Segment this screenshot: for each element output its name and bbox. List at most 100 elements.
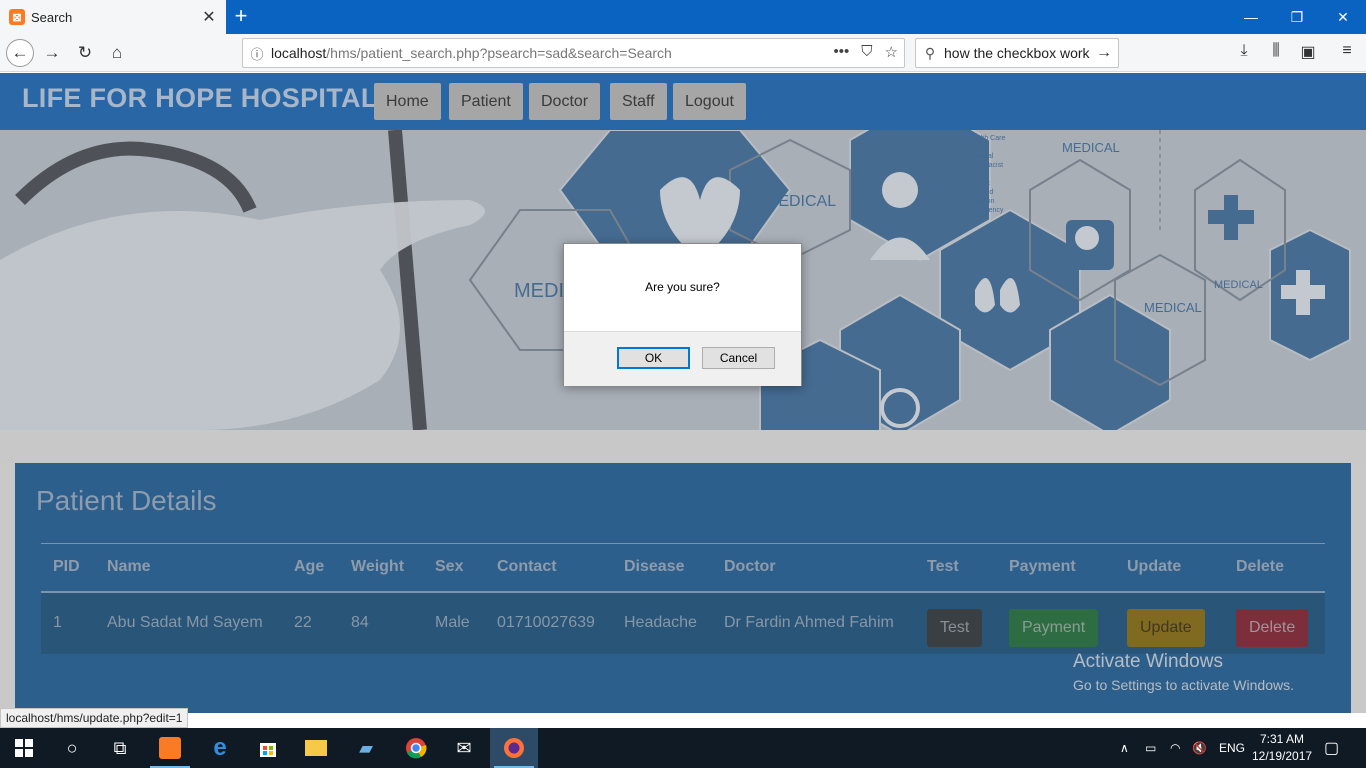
browser-tab[interactable]: ⊠ Search ✕: [0, 0, 226, 34]
firefox-app-icon[interactable]: [490, 728, 538, 768]
file-explorer-icon[interactable]: [292, 728, 340, 768]
col-header-sex: Sex: [423, 543, 485, 593]
payment-button[interactable]: Payment: [1009, 609, 1099, 647]
close-tab-icon[interactable]: ✕: [198, 7, 220, 27]
restore-icon[interactable]: ❐: [1274, 0, 1320, 34]
cell-test: Test: [915, 591, 997, 654]
col-header-name: Name: [95, 543, 282, 593]
wifi-icon[interactable]: ◠: [1170, 728, 1180, 768]
cell-weight: 84: [339, 591, 423, 654]
col-header-update: Update: [1115, 543, 1224, 593]
sidebar-icon[interactable]: ▣: [1297, 42, 1319, 62]
back-icon[interactable]: ←: [6, 39, 34, 67]
cell-name: Abu Sadat Md Sayem: [95, 591, 282, 654]
watermark-subtitle: Go to Settings to activate Windows.: [1073, 677, 1294, 693]
bookmark-star-icon[interactable]: ☆: [885, 43, 898, 61]
search-icon: ⚲: [924, 44, 936, 61]
new-tab-icon[interactable]: +: [228, 4, 254, 30]
web-page: LIFE FOR HOPE HOSPITAL Home Patient Doct…: [0, 73, 1366, 713]
browser-toolbar: ← → ↻ ⌂ ⓘ localhost/hms/patient_search.p…: [0, 34, 1366, 72]
downloads-icon[interactable]: ⤓: [1233, 42, 1255, 60]
patient-table: PID Name Age Weight Sex Contact Disease …: [41, 543, 1325, 654]
search-input[interactable]: how the checkbox work: [944, 45, 1090, 61]
action-center-icon[interactable]: ▢: [1324, 728, 1339, 768]
cell-pid: 1: [41, 591, 95, 654]
status-url-tooltip: localhost/hms/update.php?edit=1: [0, 708, 189, 728]
cell-disease: Headache: [612, 591, 712, 654]
cancel-button[interactable]: Cancel: [702, 347, 775, 369]
nav-staff-button[interactable]: Staff: [610, 83, 667, 120]
clock-time: 7:31 AM: [1259, 732, 1305, 746]
cell-doctor: Dr Fardin Ahmed Fahim: [712, 591, 915, 654]
activate-windows-watermark: Activate Windows Go to Settings to activ…: [1073, 651, 1294, 693]
tab-title: Search: [31, 9, 73, 25]
page-actions-icon[interactable]: •••: [834, 43, 850, 61]
dialog-message: Are you sure?: [645, 280, 720, 294]
system-clock[interactable]: 7:31 AM 12/19/2017: [1252, 731, 1312, 765]
col-header-doctor: Doctor: [712, 543, 915, 593]
test-button[interactable]: Test: [927, 609, 983, 647]
home-icon[interactable]: ⌂: [103, 39, 131, 67]
col-header-weight: Weight: [339, 543, 423, 593]
forward-icon[interactable]: →: [38, 39, 66, 67]
window-close-icon[interactable]: ✕: [1320, 0, 1366, 34]
info-icon[interactable]: ⓘ: [243, 44, 271, 63]
edge-app-icon[interactable]: e: [196, 728, 244, 768]
mail-app-icon[interactable]: ✉: [440, 728, 488, 768]
library-icon[interactable]: ⫼: [1265, 42, 1287, 60]
nav-home-button[interactable]: Home: [374, 83, 441, 120]
url-path: /hms/patient_search.php?psearch=sad&sear…: [326, 45, 672, 61]
nav-doctor-button[interactable]: Doctor: [529, 83, 601, 120]
xampp-app-icon[interactable]: [146, 728, 194, 768]
url-host: localhost: [271, 45, 327, 61]
windows-taskbar: ○ ⧉ e ▰ ✉ ∧ ▭ ◠ 🔇 ENG 7:31 AM 12/19/2017…: [0, 728, 1366, 768]
tab-bar: ⊠ Search ✕ + — ❐ ✕: [0, 0, 1366, 34]
ok-button[interactable]: OK: [617, 347, 690, 369]
search-bar[interactable]: ⚲ how the checkbox work →: [915, 38, 1119, 68]
menu-icon[interactable]: ≡: [1336, 42, 1358, 60]
minimize-icon[interactable]: —: [1228, 0, 1274, 34]
table-row: 1 Abu Sadat Md Sayem 22 84 Male 01710027…: [41, 591, 1325, 654]
show-hidden-icons-icon[interactable]: ∧: [1120, 728, 1129, 768]
col-header-test: Test: [915, 543, 997, 593]
content-spacer: [0, 430, 1366, 463]
search-go-icon[interactable]: →: [1096, 44, 1112, 62]
dialog-footer: OK Cancel: [564, 331, 801, 386]
start-windows-icon[interactable]: [0, 728, 48, 768]
site-header: LIFE FOR HOPE HOSPITAL Home Patient Doct…: [0, 73, 1366, 130]
update-button[interactable]: Update: [1127, 609, 1205, 647]
reload-icon[interactable]: ↻: [71, 39, 99, 67]
col-header-delete: Delete: [1224, 543, 1325, 593]
col-header-age: Age: [282, 543, 339, 593]
store-app-icon[interactable]: [244, 728, 292, 768]
chrome-app-icon[interactable]: [392, 728, 440, 768]
cell-age: 22: [282, 591, 339, 654]
panel-title: Patient Details: [36, 485, 217, 516]
xampp-favicon-icon: ⊠: [9, 9, 25, 25]
watermark-title: Activate Windows: [1073, 651, 1223, 672]
confirm-dialog: Are you sure? OK Cancel: [563, 243, 802, 386]
nav-logout-button[interactable]: Logout: [673, 83, 746, 120]
volume-muted-icon[interactable]: 🔇: [1192, 728, 1207, 768]
cell-delete: Delete: [1224, 591, 1325, 654]
col-header-contact: Contact: [485, 543, 612, 593]
site-brand: LIFE FOR HOPE HOSPITAL: [22, 83, 378, 113]
table-header-row: PID Name Age Weight Sex Contact Disease …: [41, 543, 1325, 593]
col-header-disease: Disease: [612, 543, 712, 593]
cell-contact: 01710027639: [485, 591, 612, 654]
cell-sex: Male: [423, 591, 485, 654]
cell-update: Update: [1115, 591, 1224, 654]
url-bar[interactable]: ⓘ localhost/hms/patient_search.php?psear…: [242, 38, 905, 68]
clock-date: 12/19/2017: [1252, 749, 1313, 763]
battery-icon[interactable]: ▭: [1145, 728, 1156, 768]
pc-app-icon[interactable]: ▰: [342, 728, 390, 768]
col-header-payment: Payment: [997, 543, 1115, 593]
cell-payment: Payment: [997, 591, 1115, 654]
task-view-icon[interactable]: ⧉: [96, 728, 144, 768]
cortana-search-icon[interactable]: ○: [48, 728, 96, 768]
col-header-pid: PID: [41, 543, 95, 593]
pocket-icon[interactable]: ⛉: [861, 43, 872, 61]
language-indicator[interactable]: ENG: [1219, 728, 1245, 768]
delete-button[interactable]: Delete: [1236, 609, 1309, 647]
nav-patient-button[interactable]: Patient: [449, 83, 523, 120]
